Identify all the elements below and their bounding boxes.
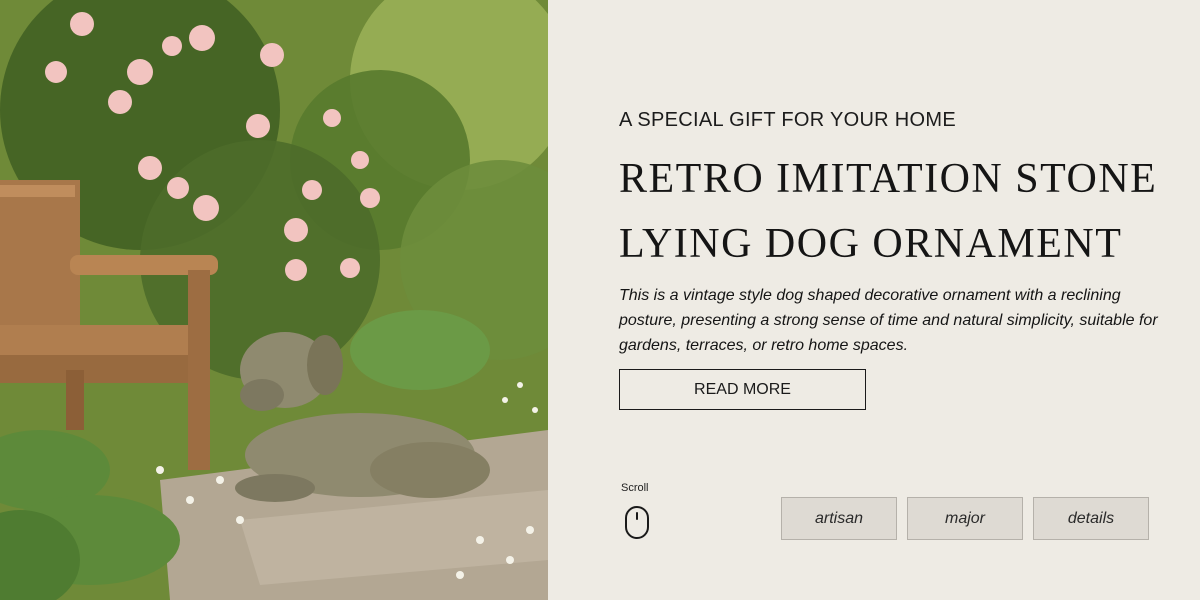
tag-major[interactable]: major bbox=[907, 497, 1023, 540]
mouse-icon[interactable] bbox=[624, 505, 650, 540]
read-more-button[interactable]: READ MORE bbox=[619, 369, 866, 410]
page-title-line-1: RETRO IMITATION STONE bbox=[619, 156, 1158, 202]
scroll-label: Scroll bbox=[621, 482, 649, 494]
product-description: This is a vintage style dog shaped decor… bbox=[619, 287, 1158, 354]
garden-scene-illustration bbox=[0, 0, 548, 600]
page-title-line-2: LYING DOG ORNAMENT bbox=[619, 221, 1123, 267]
tag-details[interactable]: details bbox=[1033, 497, 1149, 540]
tag-artisan[interactable]: artisan bbox=[781, 497, 897, 540]
hero-image bbox=[0, 0, 548, 600]
eyebrow-text: A SPECIAL GIFT FOR YOUR HOME bbox=[619, 109, 956, 131]
tag-list: artisan major details bbox=[781, 497, 1149, 540]
hero-content: A SPECIAL GIFT FOR YOUR HOME RETRO IMITA… bbox=[619, 0, 1179, 600]
